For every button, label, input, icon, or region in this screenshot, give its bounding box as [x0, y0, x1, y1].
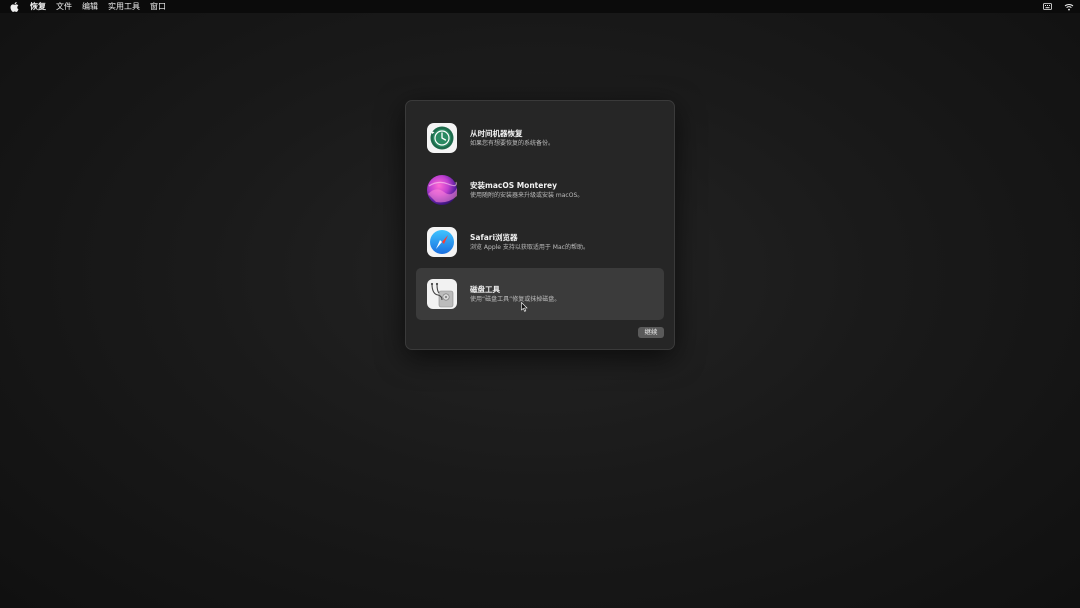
option-description: 使用随附的安装器来升级或安装 macOS。 [470, 191, 584, 199]
menu-utilities[interactable]: 实用工具 [108, 0, 140, 13]
option-title: 从时间机器恢复 [470, 128, 523, 138]
menubar-status-area [1043, 0, 1074, 13]
option-title: Safari浏览器 [470, 232, 518, 242]
apple-icon[interactable] [10, 1, 20, 12]
option-safari[interactable]: Safari浏览器 浏览 Apple 支持以获取适用于 Mac的帮助。 [416, 216, 664, 268]
menu-recovery[interactable]: 恢复 [30, 0, 46, 13]
wifi-icon[interactable] [1064, 3, 1074, 11]
disk-utility-icon [426, 278, 458, 310]
menu-bar: 恢复 文件 编辑 实用工具 窗口 [0, 0, 1080, 13]
option-install-macos[interactable]: 安装macOS Monterey 使用随附的安装器来升级或安装 macOS。 [416, 164, 664, 216]
menu-window[interactable]: 窗口 [150, 0, 166, 13]
option-title: 磁盘工具 [470, 284, 500, 294]
option-description: 使用“磁盘工具”修复或抹掉磁盘。 [470, 295, 561, 303]
keyboard-input-icon[interactable] [1043, 3, 1052, 10]
time-machine-icon [426, 122, 458, 154]
option-disk-utility[interactable]: 磁盘工具 使用“磁盘工具”修复或抹掉磁盘。 [416, 268, 664, 320]
continue-button[interactable]: 继续 [638, 327, 664, 338]
option-description: 浏览 Apple 支持以获取适用于 Mac的帮助。 [470, 243, 589, 251]
macos-monterey-icon [426, 174, 458, 206]
option-title: 安装macOS Monterey [470, 180, 558, 190]
safari-icon [426, 226, 458, 258]
option-description: 如果您有想要恢复的系统备份。 [470, 139, 555, 147]
mouse-cursor-icon [521, 297, 528, 312]
menu-file[interactable]: 文件 [56, 0, 72, 13]
option-time-machine[interactable]: 从时间机器恢复 如果您有想要恢复的系统备份。 [416, 112, 664, 164]
menu-edit[interactable]: 编辑 [82, 0, 98, 13]
recovery-options-panel: 从时间机器恢复 如果您有想要恢复的系统备份。 安装macOS Monterey … [405, 100, 675, 350]
